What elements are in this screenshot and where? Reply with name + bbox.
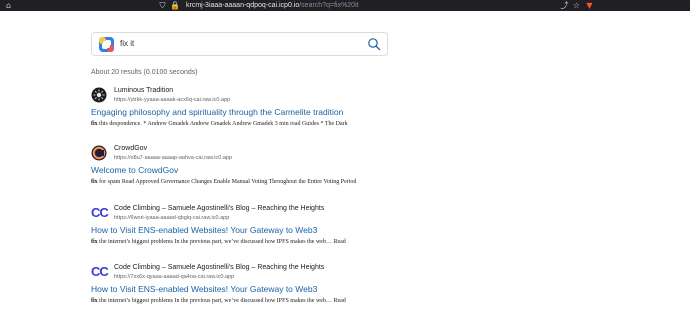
result-snippet: fix this despondence. * Andrew Gmadek An…	[91, 121, 348, 127]
shield-icon[interactable]: ⛉	[158, 1, 167, 10]
result-site-name: Code Climbing – Samuele Agostinelli's Bl…	[114, 205, 325, 212]
bookmark-icon[interactable]: ☆	[572, 1, 581, 10]
result-site-name: Luminous Tradition	[114, 87, 174, 94]
home-icon[interactable]: ⌂	[4, 1, 13, 10]
crowdgov-favicon-icon	[91, 145, 107, 161]
address-bar[interactable]: ⛉ 🔒 krcmj-3iaaa-aaaan-qdpoq-cai.icp0.io/…	[158, 0, 438, 11]
search-input[interactable]: fix it	[120, 33, 134, 55]
result-title-link[interactable]: Engaging philosophy and spirituality thr…	[91, 107, 343, 117]
brave-shield-icon[interactable]: ▼	[585, 1, 594, 10]
result-snippet: fix the internet’s biggest problems In t…	[91, 239, 346, 245]
search-icon[interactable]	[367, 37, 381, 51]
url-text[interactable]: krcmj-3iaaa-aaaan-qdpoq-cai.icp0.io/sear…	[186, 0, 359, 11]
result-site-name: Code Climbing – Samuele Agostinelli's Bl…	[114, 264, 325, 271]
luminous-favicon-icon	[91, 87, 107, 103]
result-snippet: fix for spam Read Approved Governance Ch…	[91, 179, 357, 185]
search-box[interactable]: fix it	[91, 32, 388, 56]
browser-toolbar: ⌂ ⛉ 🔒 krcmj-3iaaa-aaaan-qdpoq-cai.icp0.i…	[0, 0, 690, 11]
result-url[interactable]: https://ytrkk-yyaaa-aaaak-acx6q-cai.raw.…	[114, 97, 230, 103]
result-url[interactable]: https://o8u7-aaaaa-aaaap-aahva-cai.raw.i…	[114, 155, 232, 161]
result-stats: About 20 results (0.0100 seconds)	[91, 69, 198, 76]
result-snippet: fix the internet’s biggest problems In t…	[91, 298, 346, 304]
result-title-link[interactable]: Welcome to CrowdGov	[91, 165, 178, 175]
result-url[interactable]: https://6wori-iyaaa-aaaad-qbgiq-cai.raw.…	[114, 215, 229, 221]
result-title-link[interactable]: How to Visit ENS-enabled Websites! Your …	[91, 225, 317, 235]
code-climbing-cc-icon: CC	[91, 264, 109, 279]
lock-icon: 🔒	[170, 1, 180, 10]
search-engine-logo	[99, 37, 114, 52]
code-climbing-cc-icon: CC	[91, 205, 109, 220]
share-icon[interactable]: ⤴	[560, 1, 569, 10]
result-site-name: CrowdGov	[114, 145, 148, 152]
result-url[interactable]: https://7sx6x-qyaaa-aaaad-qa4oa-cai.raw.…	[114, 274, 234, 280]
result-title-link[interactable]: How to Visit ENS-enabled Websites! Your …	[91, 284, 317, 294]
